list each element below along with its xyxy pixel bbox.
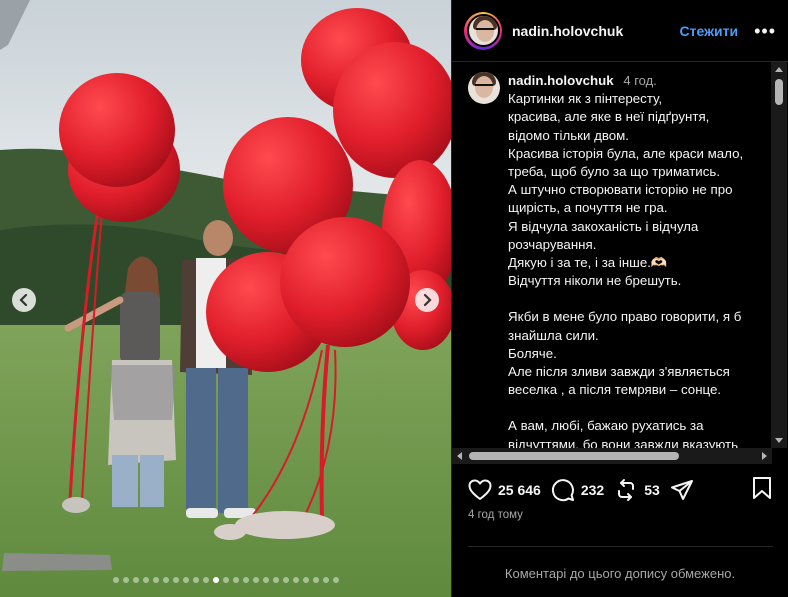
caption-area: nadin.holovchuk 4 год. Картинки як з пін… bbox=[452, 62, 788, 462]
carousel-dot bbox=[132, 577, 139, 583]
carousel-dot bbox=[292, 577, 299, 583]
caption-line: Відчуття ніколи не брешуть. bbox=[508, 273, 682, 289]
share-button[interactable] bbox=[670, 478, 694, 502]
carousel-dot bbox=[322, 577, 329, 583]
caption-line: Але після зливи завжди з'являється bbox=[508, 364, 730, 380]
caption-line: Дякую і за те, і за інше.🫶🏻 bbox=[508, 255, 668, 271]
scrollbar-thumb-horizontal[interactable] bbox=[469, 452, 679, 460]
more-options-icon[interactable]: ••• bbox=[754, 22, 776, 40]
comments-disabled-notice: Коментарі до цього допису обмежено. bbox=[504, 566, 736, 581]
post-header: nadin.holovchuk Стежити ••• bbox=[452, 0, 788, 62]
post-actions: 25 646 232 53 bbox=[468, 476, 773, 504]
like-button[interactable]: 25 646 bbox=[468, 479, 541, 501]
carousel-dot bbox=[182, 577, 189, 583]
carousel-dot bbox=[122, 577, 129, 583]
comment-icon bbox=[551, 479, 574, 502]
caption-line: Картинки як з пінтересту, bbox=[508, 91, 663, 107]
carousel-dot bbox=[302, 577, 309, 583]
comment-button[interactable]: 232 bbox=[551, 478, 604, 502]
post-side-panel: nadin.holovchuk Стежити ••• nadin.holovc… bbox=[451, 0, 788, 597]
carousel-dot bbox=[192, 577, 199, 583]
caption-timestamp: 4 год. bbox=[623, 73, 657, 88]
carousel-dot bbox=[202, 577, 209, 583]
caption-body: nadin.holovchuk 4 год. Картинки як з пін… bbox=[508, 72, 764, 454]
repost-count: 53 bbox=[644, 482, 660, 498]
chevron-right-icon bbox=[423, 294, 432, 306]
scroll-up-arrow-icon[interactable] bbox=[775, 67, 783, 72]
carousel-dot bbox=[252, 577, 259, 583]
caption-line: розчарування. bbox=[508, 236, 597, 252]
caption-line: щирість, а почуття не гра. bbox=[508, 200, 668, 216]
send-icon bbox=[670, 480, 693, 500]
carousel-dot bbox=[222, 577, 229, 583]
carousel-dot bbox=[152, 577, 159, 583]
caption: nadin.holovchuk 4 год. Картинки як з пін… bbox=[452, 62, 788, 454]
carousel-dot bbox=[242, 577, 249, 583]
carousel-dot bbox=[272, 577, 279, 583]
like-count: 25 646 bbox=[498, 482, 541, 498]
caption-line: відомо тільки двом. bbox=[508, 127, 629, 143]
caption-line: А вам, любі, бажаю рухатись за bbox=[508, 418, 704, 434]
carousel-dot bbox=[112, 577, 119, 583]
caption-line: Якби в мене було право говорити, я б bbox=[508, 309, 742, 325]
carousel-dot bbox=[312, 577, 319, 583]
caption-line: веселка , а після темряви – сонце. bbox=[508, 382, 722, 398]
save-button[interactable] bbox=[751, 476, 773, 505]
carousel-dot-active bbox=[212, 577, 219, 583]
post-photo bbox=[0, 0, 451, 597]
carousel-dot bbox=[172, 577, 179, 583]
caption-horizontal-scrollbar[interactable] bbox=[452, 448, 772, 464]
bookmark-icon bbox=[753, 476, 771, 499]
scroll-right-arrow-icon[interactable] bbox=[762, 452, 767, 460]
carousel-dot bbox=[282, 577, 289, 583]
previous-slide-button[interactable] bbox=[12, 288, 36, 312]
post-date[interactable]: 4 год тому bbox=[468, 509, 523, 521]
repost-button[interactable]: 53 bbox=[614, 478, 660, 502]
caption-line: красива, але яке в неї підґрунтя, bbox=[508, 109, 710, 125]
caption-line: Я відчула закоханість і відчула bbox=[508, 218, 699, 234]
caption-line: Боляче. bbox=[508, 345, 557, 361]
carousel-indicator bbox=[0, 577, 451, 583]
caption-paragraph-gap bbox=[508, 399, 764, 417]
caption-text: Картинки як з пінтересту, красива, але як… bbox=[508, 90, 764, 454]
divider bbox=[468, 546, 773, 547]
heart-icon bbox=[468, 479, 492, 500]
avatar-image bbox=[466, 14, 500, 47]
caption-line: А штучно створювати історію не про bbox=[508, 182, 733, 198]
scroll-left-arrow-icon[interactable] bbox=[457, 452, 462, 460]
caption-paragraph-gap bbox=[508, 290, 764, 308]
caption-line: Красива історія була, але краси мало, bbox=[508, 145, 744, 161]
next-slide-button[interactable] bbox=[415, 288, 439, 312]
caption-avatar[interactable] bbox=[468, 72, 500, 104]
carousel-dot bbox=[262, 577, 269, 583]
carousel-dot bbox=[162, 577, 169, 583]
scroll-down-arrow-icon[interactable] bbox=[775, 438, 783, 443]
carousel-dot bbox=[332, 577, 339, 583]
caption-vertical-scrollbar[interactable] bbox=[771, 62, 787, 448]
caption-line: знайшла сили. bbox=[508, 327, 599, 343]
comment-count: 232 bbox=[580, 482, 605, 498]
avatar[interactable] bbox=[464, 11, 502, 50]
caption-username[interactable]: nadin.holovchuk bbox=[508, 73, 614, 88]
carousel-dot bbox=[232, 577, 239, 583]
chevron-left-icon bbox=[19, 294, 28, 306]
header-username[interactable]: nadin.holovchuk bbox=[512, 23, 623, 39]
repost-icon bbox=[618, 479, 635, 501]
follow-button[interactable]: Стежити bbox=[680, 23, 739, 39]
caption-line: треба, щоб було за що триматись. bbox=[508, 164, 721, 180]
post-media[interactable] bbox=[0, 0, 451, 597]
scrollbar-thumb[interactable] bbox=[775, 79, 783, 105]
carousel-dot bbox=[142, 577, 149, 583]
